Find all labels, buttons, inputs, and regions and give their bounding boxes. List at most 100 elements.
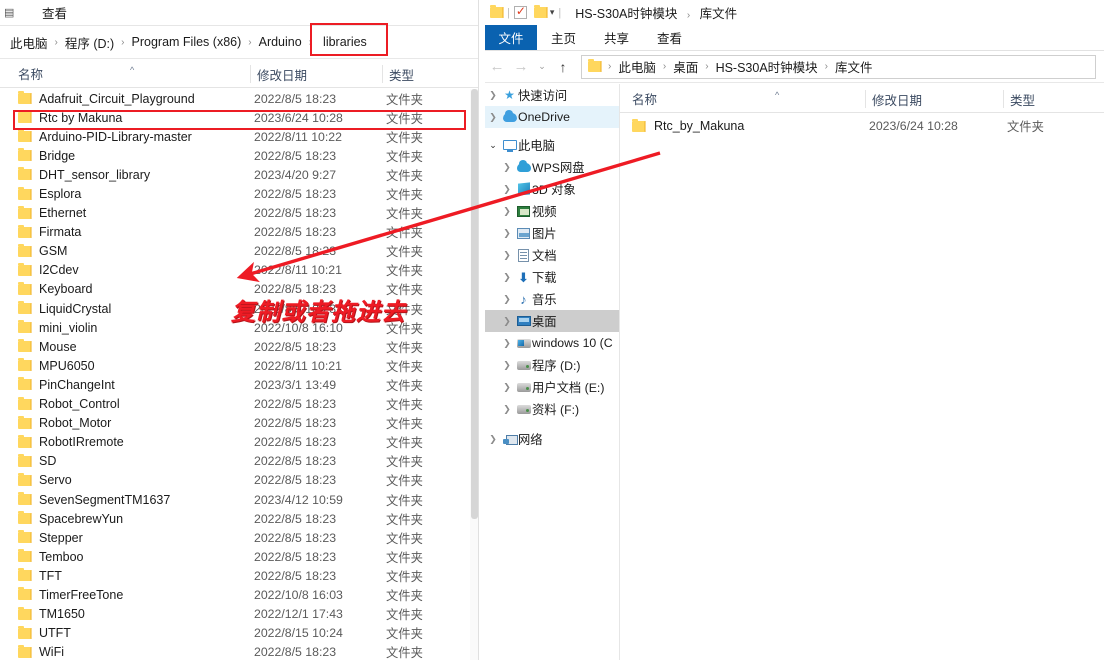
table-row[interactable]: WiFi 2022/8/5 18:23 文件夹 [0,643,470,660]
tree-item-文档[interactable]: ❯ 文档 [485,244,619,266]
ribbon-tab-share[interactable]: 共享 [590,25,643,50]
address-bar[interactable]: › 此电脑 › 桌面 › HS-S30A时钟模块 › 库文件 [581,54,1096,79]
file-name-cell[interactable]: DHT_sensor_library [18,167,150,182]
file-name-cell[interactable]: Servo [18,472,72,487]
table-row[interactable]: Ethernet 2022/8/5 18:23 文件夹 [0,204,470,223]
file-name-cell[interactable]: Esplora [18,186,81,201]
right-navigation-tree[interactable]: ❯ ★ 快速访问 ❯ OneDrive ⌄ 此电脑 ❯ WPS网盘 ❯ 3D 对象 ❯ 视频 ❯ 图片 ❯ 文档… [485,84,619,660]
table-row[interactable]: Robot_Control 2022/8/5 18:23 文件夹 [0,395,470,414]
file-name-cell[interactable]: Mouse [18,339,77,354]
file-name-cell[interactable]: SD [18,453,56,468]
file-name-cell[interactable]: WiFi [18,644,64,659]
file-name-cell[interactable]: RobotIRremote [18,434,124,449]
tree-item-WPS网盘[interactable]: ❯ WPS网盘 [485,156,619,178]
table-row[interactable]: Temboo 2022/8/5 18:23 文件夹 [0,547,470,566]
file-name-cell[interactable]: Robot_Control [18,396,120,411]
column-header-name[interactable]: 名称 [632,84,657,113]
path-item-0[interactable]: 此电脑 [618,57,656,76]
path-item-3[interactable]: 库文件 [835,57,873,76]
column-header-date[interactable]: 修改日期 [865,90,922,108]
left-file-list[interactable]: Adafruit_Circuit_Playground 2022/8/5 18:2… [0,89,470,660]
table-row[interactable]: TM1650 2022/12/1 17:43 文件夹 [0,605,470,624]
file-name-cell[interactable]: TM1650 [18,606,85,621]
table-row[interactable]: MPU6050 2022/8/11 10:21 文件夹 [0,356,470,375]
breadcrumb-item-1[interactable]: 程序 (D:) [65,33,114,52]
table-row[interactable]: Rtc by Makuna 2023/6/24 10:28 文件夹 [0,108,470,127]
file-name-cell[interactable]: TimerFreeTone [18,587,123,602]
file-name-cell[interactable]: Arduino-PID-Library-master [18,129,192,144]
tree-item-OneDrive[interactable]: ❯ OneDrive [485,106,619,128]
file-name-cell[interactable]: Stepper [18,530,83,545]
right-file-list[interactable]: Rtc_by_Makuna 2023/6/24 10:28 文件夹 [620,114,1104,660]
file-name-cell[interactable]: Bridge [18,148,75,163]
tree-item-资料 (F:)[interactable]: ❯ 资料 (F:) [485,398,619,420]
recent-locations-icon[interactable]: ⌄ [533,61,551,72]
tree-item-视频[interactable]: ❯ 视频 [485,200,619,222]
chevron-down-icon[interactable]: ▾ [550,7,555,18]
table-row[interactable]: RobotIRremote 2022/8/5 18:23 文件夹 [0,433,470,452]
file-name-cell[interactable]: Robot_Motor [18,415,111,430]
column-header-type[interactable]: 类型 [1003,90,1035,108]
file-name-cell[interactable]: mini_violin [18,320,97,335]
table-row[interactable]: I2Cdev 2022/8/11 10:21 文件夹 [0,261,470,280]
chevron-right-icon[interactable]: ❯ [499,382,515,393]
file-name-cell[interactable]: GSM [18,243,67,258]
table-row[interactable]: Stepper 2022/8/5 18:23 文件夹 [0,528,470,547]
file-name-cell[interactable]: LiquidCrystal [18,301,111,316]
tree-item-图片[interactable]: ❯ 图片 [485,222,619,244]
table-row[interactable]: Arduino-PID-Library-master 2022/8/11 10:2… [0,127,470,146]
file-name-cell[interactable]: MPU6050 [18,358,95,373]
back-arrow-icon[interactable]: ← [485,58,509,75]
file-name-cell[interactable]: PinChangeInt [18,377,115,392]
file-name-cell[interactable]: Rtc by Makuna [18,110,122,125]
table-row[interactable]: SD 2022/8/5 18:23 文件夹 [0,452,470,471]
file-name-cell[interactable]: SpacebrewYun [18,511,123,526]
file-name-cell[interactable]: Adafruit_Circuit_Playground [18,91,195,106]
table-row[interactable]: UTFT 2022/8/15 10:24 文件夹 [0,624,470,643]
chevron-right-icon[interactable]: ❯ [499,272,515,283]
file-name-cell[interactable]: I2Cdev [18,262,79,277]
left-breadcrumb[interactable]: 此电脑 › 程序 (D:) › Program Files (x86) › Ar… [0,26,479,59]
chevron-right-icon[interactable]: ❯ [499,316,515,327]
tree-item-音乐[interactable]: ❯ ♪ 音乐 [485,288,619,310]
file-name-cell[interactable]: Keyboard [18,281,93,296]
chevron-right-icon[interactable]: ❯ [499,360,515,371]
tree-item-用户文档 (E:)[interactable]: ❯ 用户文档 (E:) [485,376,619,398]
path-item-2[interactable]: HS-S30A时钟模块 [716,57,818,76]
tree-item-桌面[interactable]: ❯ 桌面 [485,310,619,332]
file-name-cell[interactable]: Ethernet [18,205,86,220]
table-row[interactable]: Mouse 2022/8/5 18:23 文件夹 [0,337,470,356]
table-row[interactable]: PinChangeInt 2023/3/1 13:49 文件夹 [0,375,470,394]
file-name-cell[interactable]: Temboo [18,549,83,564]
chevron-right-icon[interactable]: ❯ [499,162,515,173]
table-row[interactable]: Esplora 2022/8/5 18:23 文件夹 [0,184,470,203]
tree-item-网络[interactable]: ❯ 网络 [485,428,619,450]
chevron-right-icon[interactable]: ❯ [485,90,501,101]
chevron-right-icon[interactable]: ❯ [499,206,515,217]
breadcrumb-item-3[interactable]: Arduino [259,35,302,49]
table-row[interactable]: Servo 2022/8/5 18:23 文件夹 [0,471,470,490]
folder-icon[interactable] [533,5,548,18]
table-row[interactable]: TFT 2022/8/5 18:23 文件夹 [0,566,470,585]
path-item-1[interactable]: 桌面 [673,57,698,76]
chevron-right-icon[interactable]: ❯ [499,338,515,349]
table-row[interactable]: SpacebrewYun 2022/8/5 18:23 文件夹 [0,509,470,528]
table-row[interactable]: Robot_Motor 2022/8/5 18:23 文件夹 [0,414,470,433]
chevron-right-icon[interactable]: ❯ [499,184,515,195]
chevron-right-icon[interactable]: ❯ [485,434,501,445]
file-name-cell[interactable]: Firmata [18,224,81,239]
breadcrumb-item-4[interactable]: libraries [323,35,367,49]
file-name-cell[interactable]: TFT [18,568,62,583]
checkmark-icon[interactable] [513,4,527,19]
ribbon-tab-home[interactable]: 主页 [537,25,590,50]
tree-item-3D 对象[interactable]: ❯ 3D 对象 [485,178,619,200]
chevron-right-icon[interactable]: ❯ [499,294,515,305]
table-row[interactable]: Adafruit_Circuit_Playground 2022/8/5 18:2… [0,89,470,108]
file-name-cell[interactable]: UTFT [18,625,71,640]
table-row[interactable]: DHT_sensor_library 2023/4/20 9:27 文件夹 [0,165,470,184]
table-row[interactable]: Rtc_by_Makuna 2023/6/24 10:28 文件夹 [620,114,1104,138]
forward-arrow-icon[interactable]: → [509,58,533,75]
tree-item-windows 10 (C[interactable]: ❯ windows 10 (C [485,332,619,354]
tree-item-下载[interactable]: ❯ ⬇ 下载 [485,266,619,288]
column-header-name[interactable]: 名称 [18,59,43,88]
